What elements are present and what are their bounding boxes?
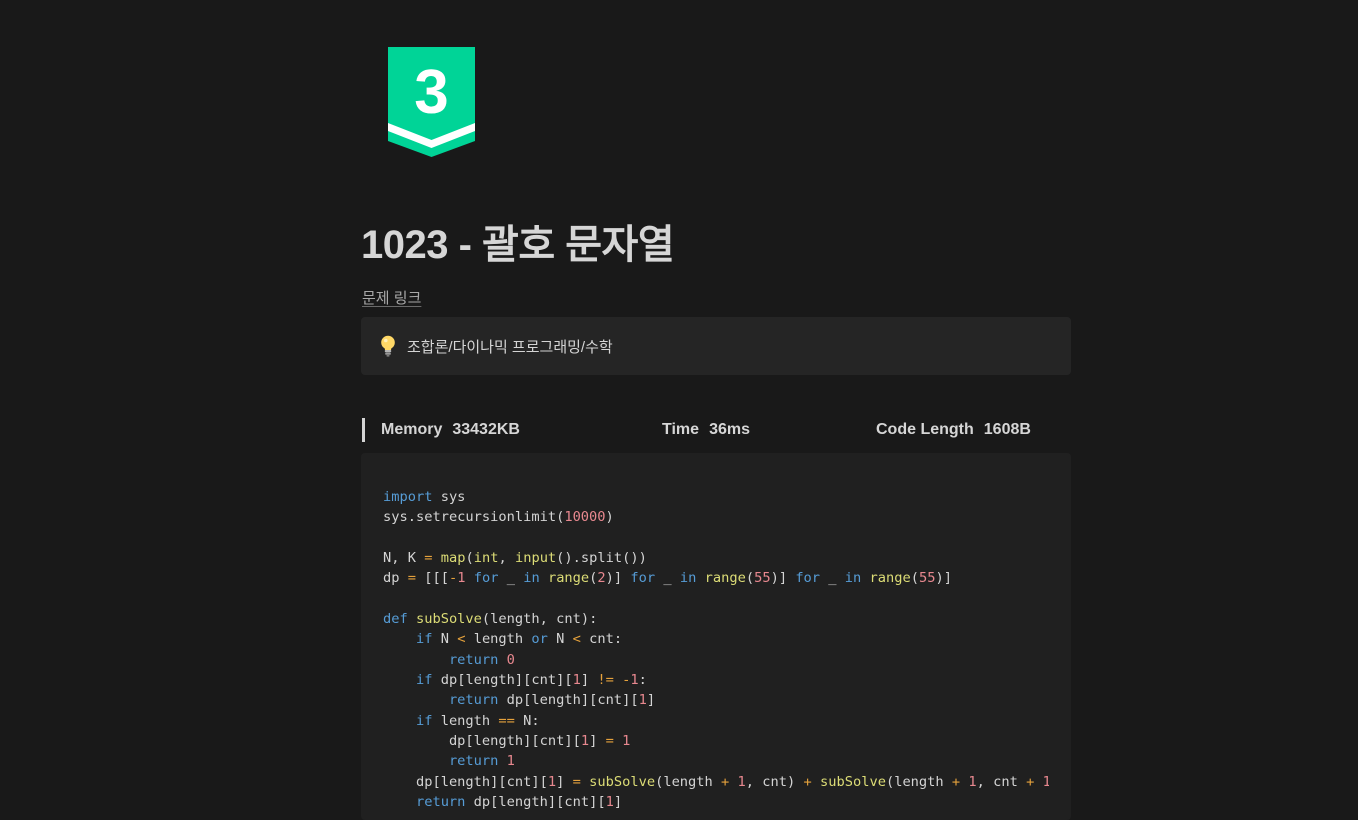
code-line: def subSolve(length, cnt): xyxy=(383,611,598,628)
memory-stat: Memory 33432KB xyxy=(381,421,520,439)
code-length-label: Code Length xyxy=(876,421,974,438)
memory-label: Memory xyxy=(381,421,443,438)
code-line: return 0 xyxy=(448,651,515,668)
memory-value: 33432KB xyxy=(452,421,520,438)
lightbulb-icon xyxy=(377,334,399,358)
page-title: 1023 - 괄호 문자열 xyxy=(361,223,675,267)
code-block[interactable]: import sys sys.setrecursionlimit(10000) … xyxy=(361,453,1071,820)
code-line: import sys xyxy=(383,489,466,505)
code-line: dp[length][cnt][1] = 1 xyxy=(448,733,631,750)
code-length-stat: Code Length 1608B xyxy=(876,421,1031,439)
badge-number: 3 xyxy=(414,58,448,127)
stats-bar: Memory 33432KB Time 36ms Code Length 1608B xyxy=(362,418,1074,442)
time-stat: Time 36ms xyxy=(662,421,750,439)
code-line: if N < length or N < cnt: xyxy=(415,631,623,648)
code-line: dp = [[[-1 for _ in range(2)] for _ in r… xyxy=(383,570,952,587)
code-length-value: 1608B xyxy=(983,421,1031,438)
level-badge-icon: 3 xyxy=(388,47,475,159)
code-content[interactable]: import sys sys.setrecursionlimit(10000) … xyxy=(383,487,1049,813)
problem-link[interactable]: 문제 링크 xyxy=(362,287,421,308)
time-value: 36ms xyxy=(709,421,750,438)
code-line: return dp[length][cnt][1] xyxy=(448,692,656,709)
code-line: return 1 xyxy=(448,753,515,770)
code-line: sys.setrecursionlimit(10000) xyxy=(383,509,614,526)
code-line: if dp[length][cnt][1] != -1: xyxy=(415,672,647,689)
code-line: return dp[length][cnt][1] xyxy=(415,794,623,811)
tag-callout: 조합론/다이나믹 프로그래밍/수학 xyxy=(361,317,1071,375)
code-line: N, K = map(int, input().split()) xyxy=(383,550,647,567)
page: 3 1023 - 괄호 문자열 문제 링크 조합론/다이나믹 프로그래밍/수학 … xyxy=(0,0,1358,820)
time-label: Time xyxy=(662,421,700,438)
callout-text: 조합론/다이나믹 프로그래밍/수학 xyxy=(407,338,613,356)
code-line: if length == N: xyxy=(415,712,540,729)
code-line: dp[length][cnt][1] = subSolve(length + 1… xyxy=(415,773,1049,790)
